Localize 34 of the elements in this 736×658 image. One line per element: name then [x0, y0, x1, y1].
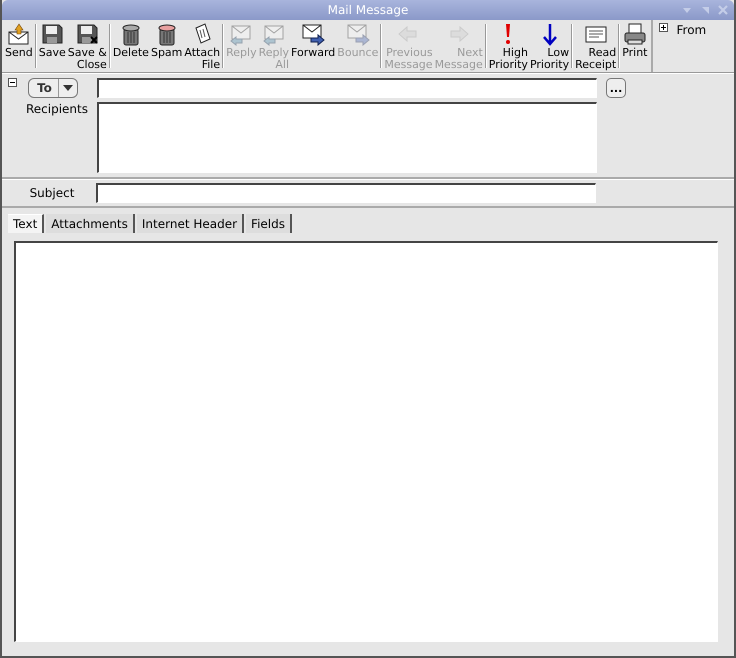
tab[interactable]: Fields	[246, 214, 292, 233]
collapse-icon[interactable]	[8, 78, 17, 87]
address-type-dropdown[interactable]: To	[28, 78, 78, 98]
subject-field[interactable]	[96, 183, 596, 203]
toolbar-button[interactable]: Save	[38, 22, 67, 72]
tab[interactable]: Text	[8, 214, 44, 233]
down-arrow-icon	[542, 22, 557, 46]
toolbar-button[interactable]: Spam	[150, 22, 184, 72]
recipients-field[interactable]	[97, 102, 597, 173]
tab[interactable]: Internet Header	[136, 214, 244, 233]
expand-icon[interactable]	[658, 23, 668, 32]
envelope-icon	[301, 22, 326, 46]
envelope-icon	[6, 22, 31, 46]
browse-button[interactable]: ...	[606, 78, 626, 98]
toolbar-button[interactable]: Low Priority	[528, 22, 570, 72]
toolbar-button[interactable]: Read Receipt	[574, 22, 618, 72]
subject-label: Subject	[28, 186, 76, 200]
message-body-field[interactable]	[14, 241, 718, 642]
exclamation-icon	[505, 22, 512, 46]
caret-icon	[62, 85, 73, 91]
toolbar-button[interactable]: Send	[4, 22, 34, 72]
from-label: From	[676, 23, 706, 37]
toolbar-button[interactable]: Delete	[112, 22, 150, 72]
toolbar-button[interactable]: High Priority	[488, 22, 529, 72]
toolbar-button[interactable]: Print	[621, 22, 648, 72]
tab[interactable]: Attachments	[46, 214, 135, 233]
printer-icon	[622, 22, 647, 46]
to-field[interactable]	[97, 78, 597, 98]
recipients-label: Recipients	[26, 102, 88, 116]
toolbar-button[interactable]: Forward	[290, 22, 336, 72]
window-title: Mail Message	[328, 3, 408, 17]
envelope-icon	[346, 22, 370, 46]
toolbar-button[interactable]: Save & Close	[66, 22, 108, 72]
toolbar-button[interactable]: Attach File	[183, 22, 222, 72]
